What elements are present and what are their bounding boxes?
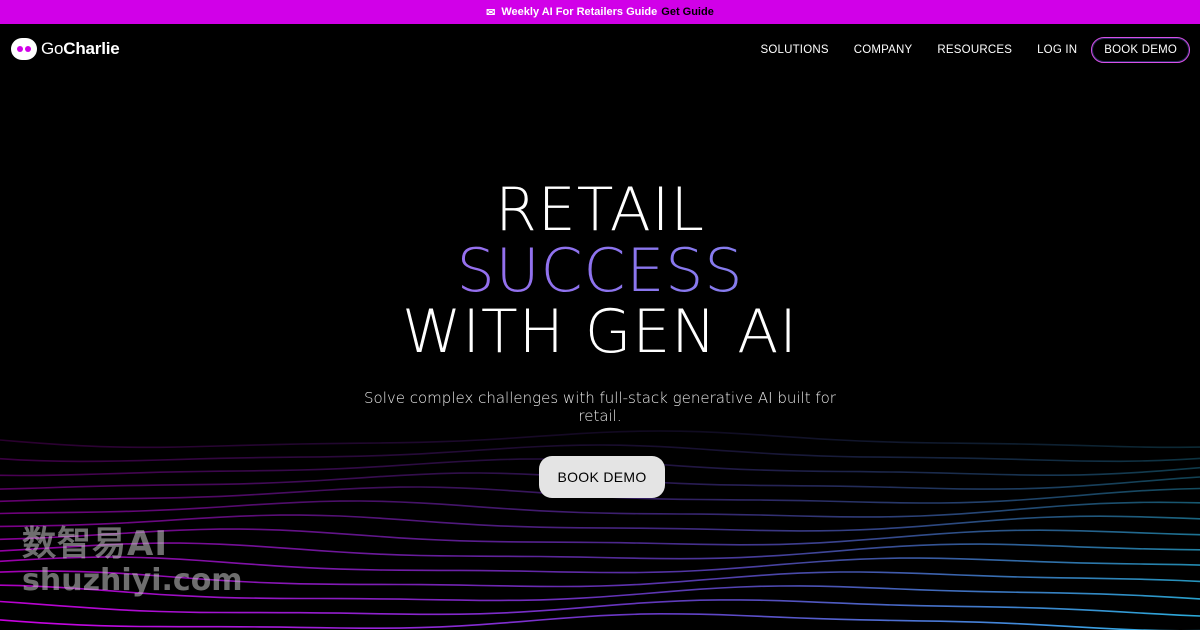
- hero-title-line-2: SUCCESS: [0, 241, 1200, 302]
- wave-line: [0, 612, 1200, 630]
- promo-banner: ✉ Weekly AI For Retailers Guide Get Guid…: [0, 0, 1200, 24]
- get-guide-link[interactable]: Get Guide: [661, 6, 714, 18]
- hero-book-demo-button[interactable]: BOOK DEMO: [539, 456, 665, 498]
- nav-company[interactable]: COMPANY: [854, 44, 913, 56]
- nav-links: SOLUTIONS COMPANY RESOURCES LOG IN BOOK …: [735, 37, 1190, 63]
- watermark-line-1: 数智易AI: [22, 524, 168, 564]
- logo-mascot-icon: [11, 38, 37, 60]
- hero-title-line-3: WITH GEN AI: [402, 297, 798, 367]
- logo-wordmark: GoCharlie: [41, 39, 120, 58]
- nav-resources[interactable]: RESOURCES: [937, 44, 1012, 56]
- gocharlie-logo[interactable]: GoCharlie: [11, 38, 120, 60]
- watermark-line-2: shuzhiyi.com: [22, 563, 243, 598]
- hero-subtitle: Solve complex challenges with full-stack…: [364, 389, 836, 425]
- envelope-icon: ✉: [486, 6, 496, 19]
- wave-line: [0, 500, 1200, 518]
- nav-book-demo-button[interactable]: BOOK DEMO: [1091, 37, 1190, 63]
- hero-section: RETAIL SUCCESS WITH GEN AI: [0, 180, 1200, 363]
- wave-line: [0, 599, 1200, 617]
- watermark: 数智易AI shuzhiyi.com: [22, 524, 243, 598]
- hero-title-line-1: RETAIL: [495, 175, 705, 245]
- nav-solutions[interactable]: SOLUTIONS: [760, 44, 828, 56]
- top-navigation: GoCharlie SOLUTIONS COMPANY RESOURCES LO…: [0, 24, 1200, 78]
- nav-log-in[interactable]: LOG IN: [1037, 44, 1077, 56]
- promo-text: Weekly AI For Retailers Guide: [501, 6, 658, 18]
